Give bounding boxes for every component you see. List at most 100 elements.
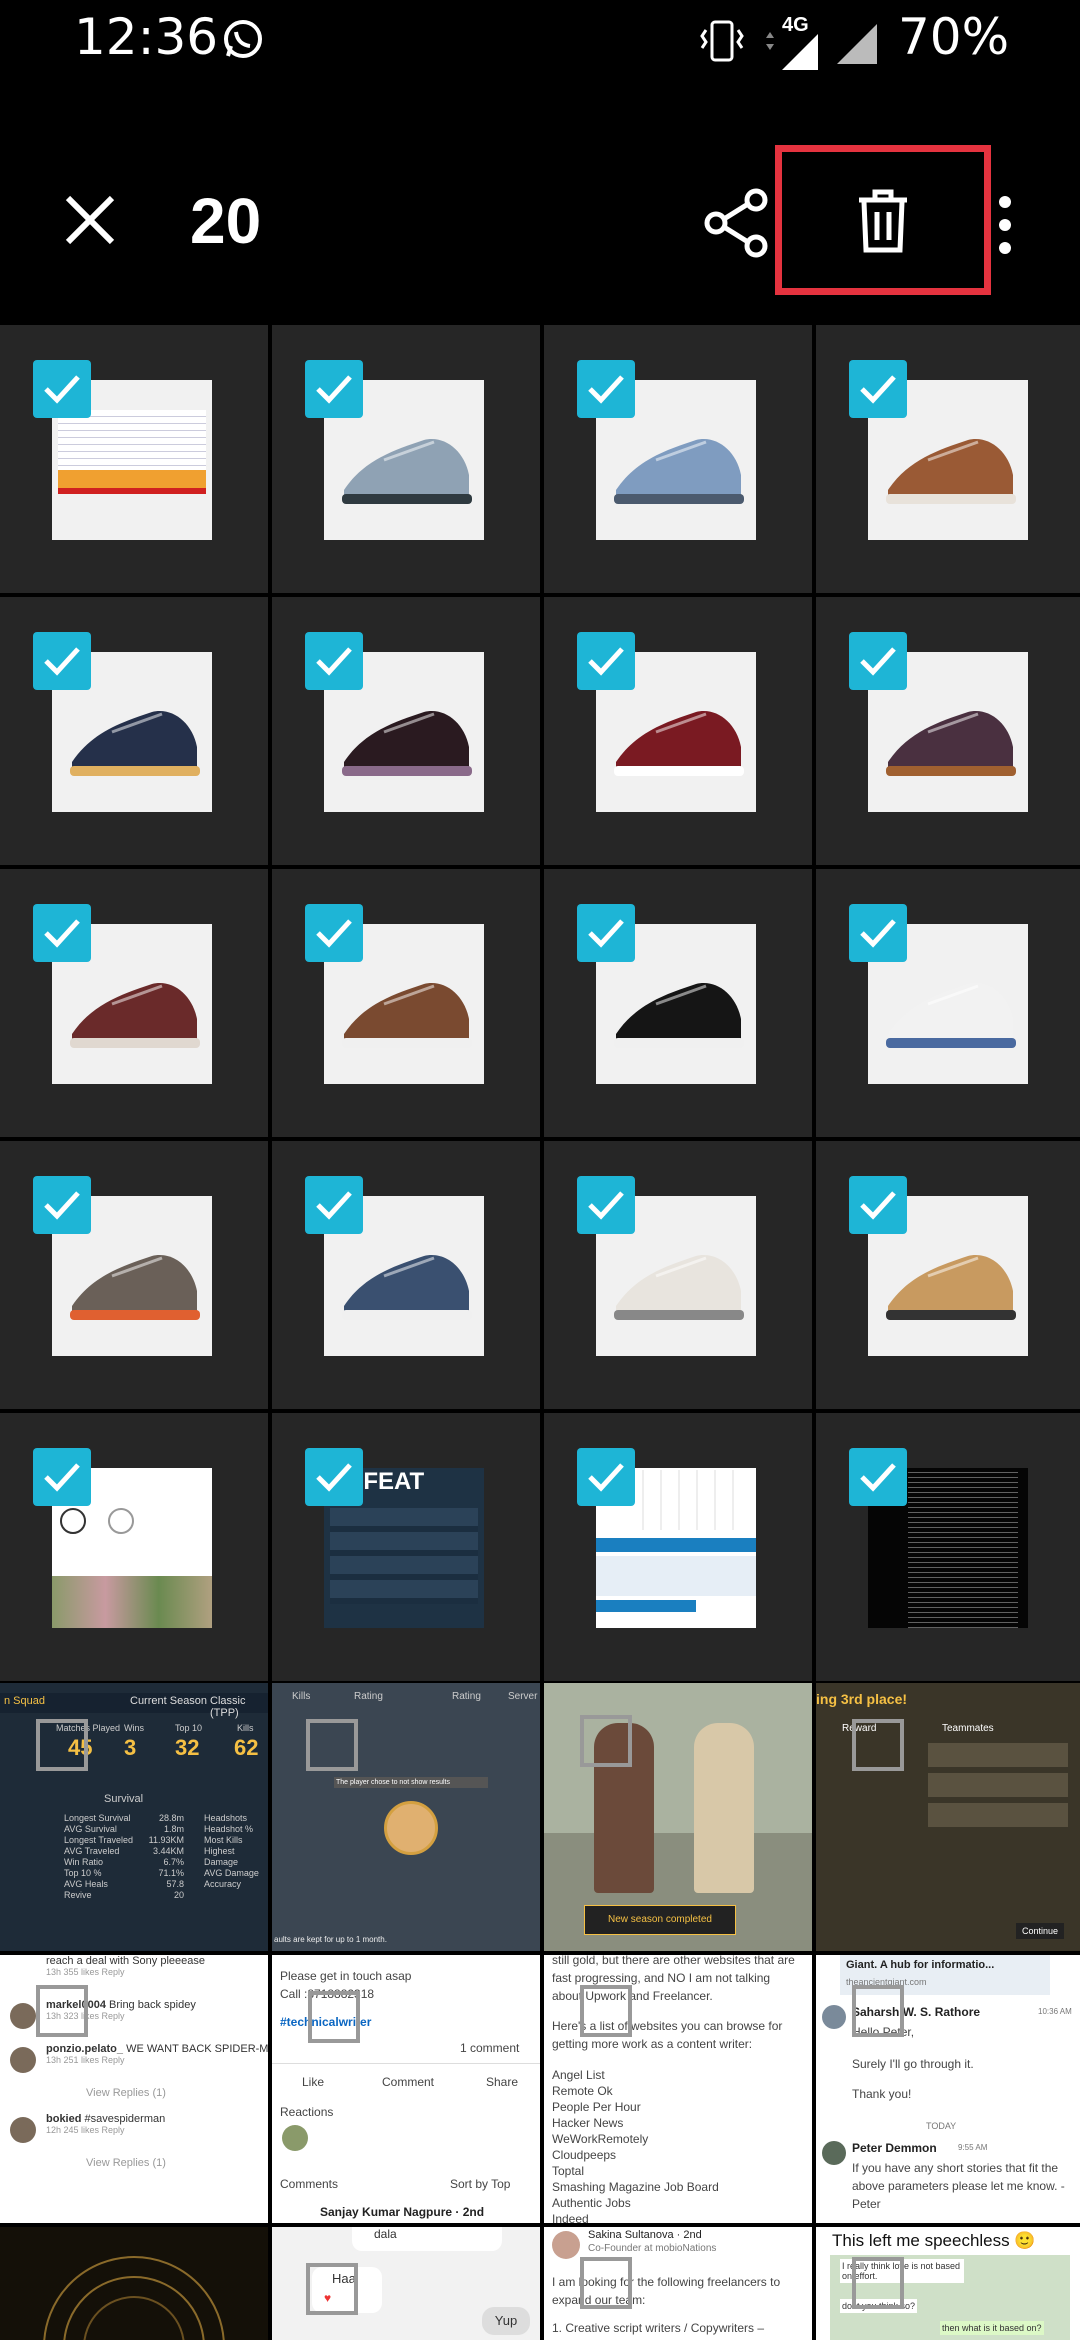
checkmark-icon[interactable] — [577, 632, 635, 690]
photo-tile[interactable]: Giant. A hub for informatio... theancien… — [816, 1955, 1080, 2223]
photo-tile-selected[interactable] — [0, 325, 268, 593]
more-vert-icon[interactable] — [990, 192, 1020, 258]
website-list: Angel List Remote Ok People Per Hour Hacker… — [552, 2067, 802, 2223]
stat-row: Longest Survival 28.8m — [64, 1813, 184, 1824]
continue-button[interactable]: Continue — [1016, 1923, 1065, 1939]
checkmark-icon[interactable] — [33, 360, 91, 418]
stat-label: AVG Damage — [204, 1868, 259, 1878]
photo-tile-selected[interactable] — [272, 597, 540, 865]
checkmark-icon[interactable] — [849, 904, 907, 962]
season-label: Current Season — [130, 1695, 208, 1707]
photo-tile-selected[interactable] — [0, 597, 268, 865]
stat-label: Win Ratio — [64, 1857, 104, 1867]
comment-button[interactable]: Comment — [382, 2073, 434, 2091]
select-square[interactable] — [580, 1985, 632, 2037]
checkmark-icon[interactable] — [849, 632, 907, 690]
select-square[interactable] — [36, 1719, 88, 1771]
photo-tile-selected[interactable] — [816, 869, 1080, 1137]
checkmark-icon[interactable] — [305, 360, 363, 418]
comment-item: reach a deal with Sony pleeease 13h 355 l… — [6, 1955, 268, 1977]
stat-row: Win Ratio 6.7% — [64, 1857, 184, 1868]
comment-avatar — [10, 2003, 36, 2029]
share-button[interactable]: Share — [486, 2073, 518, 2091]
share-icon[interactable] — [702, 188, 772, 258]
select-square[interactable] — [852, 2257, 904, 2309]
photo-tile-selected[interactable] — [816, 325, 1080, 593]
photo-tile[interactable]: Sakina Sultanova · 2nd Co-Founder at mob… — [544, 2227, 812, 2340]
photo-tile-selected[interactable] — [272, 325, 540, 593]
checkmark-icon[interactable] — [849, 1176, 907, 1234]
photo-tile[interactable]: n Squad Current Season Classic (TPP) Mat… — [0, 1683, 268, 1951]
photo-tile-selected[interactable] — [272, 1141, 540, 1409]
sort-control[interactable]: Sort by Top — [450, 2175, 510, 2193]
terminal-text — [908, 1468, 1018, 1628]
stat-value: 71.1% — [158, 1868, 184, 1878]
select-square[interactable] — [308, 1991, 360, 2043]
comment-avatar — [10, 2047, 36, 2073]
select-square[interactable] — [580, 1715, 632, 1767]
checkmark-icon[interactable] — [577, 1448, 635, 1506]
photo-tile-selected[interactable] — [544, 869, 812, 1137]
select-square[interactable] — [306, 1719, 358, 1771]
close-icon[interactable] — [60, 190, 120, 250]
checkmark-icon[interactable] — [577, 904, 635, 962]
checkmark-icon[interactable] — [33, 1176, 91, 1234]
photo-tile-selected[interactable] — [816, 1141, 1080, 1409]
status-bar: 12:36 4G 70% — [0, 0, 1080, 80]
stat-row: Revive 20 — [64, 1890, 184, 1901]
survival-label: Survival — [104, 1793, 144, 1805]
checkmark-icon[interactable] — [849, 360, 907, 418]
photo-tile-selected[interactable] — [544, 1413, 812, 1681]
photo-tile[interactable]: dala Haa ♥ Yup — [272, 2227, 540, 2340]
photo-tile-selected[interactable] — [0, 1141, 268, 1409]
photo-tile-selected[interactable] — [544, 1141, 812, 1409]
status-time: 12:36 — [74, 8, 219, 66]
photo-tile[interactable]: reach a deal with Sony pleeease 13h 355 l… — [0, 1955, 268, 2223]
photo-tile[interactable] — [0, 2227, 268, 2340]
checkmark-icon[interactable] — [33, 904, 91, 962]
photo-tile-selected[interactable] — [0, 1413, 268, 1681]
select-square[interactable] — [852, 1719, 904, 1771]
checkmark-icon[interactable] — [305, 1448, 363, 1506]
chat-bubble-yup: Yup — [482, 2307, 530, 2335]
photo-tile[interactable]: Please get in touch asap Call :871888231… — [272, 1955, 540, 2223]
checkmark-icon[interactable] — [849, 1448, 907, 1506]
photo-tile[interactable]: Kills Rating Rating Server The player ch… — [272, 1683, 540, 1951]
teammates-label: Teammates — [942, 1723, 994, 1734]
select-square[interactable] — [580, 2257, 632, 2309]
select-square[interactable] — [852, 1985, 904, 2037]
photo-tile-selected[interactable] — [0, 869, 268, 1137]
photo-tile[interactable]: New season completed — [544, 1683, 812, 1951]
results-footer: aults are kept for up to 1 month. — [274, 1935, 387, 1944]
stat-value: 3.44KM — [152, 1846, 184, 1856]
stat-label: AVG Traveled — [64, 1846, 120, 1856]
stat-label: Most Kills — [204, 1835, 243, 1845]
kills-col-label: Kills — [292, 1691, 311, 1702]
photo-tile-selected[interactable] — [544, 325, 812, 593]
photo-tile-selected[interactable] — [816, 1413, 1080, 1681]
select-square[interactable] — [306, 2263, 358, 2315]
stat-row: Longest Traveled 11.93KM — [64, 1835, 184, 1846]
checkmark-icon[interactable] — [305, 632, 363, 690]
stat-label: Highest Damage — [204, 1846, 239, 1867]
whatsapp-icon — [224, 20, 262, 58]
checkmark-icon[interactable] — [577, 360, 635, 418]
photo-tile[interactable]: ing 3rd place! Reward Teammates Continue — [816, 1683, 1080, 1951]
like-button[interactable]: Like — [302, 2073, 324, 2091]
teammate-list — [928, 1743, 1068, 1863]
checkmark-icon[interactable] — [305, 1176, 363, 1234]
photo-tile-selected[interactable] — [544, 597, 812, 865]
select-square[interactable] — [36, 1985, 88, 2037]
photo-tile-selected[interactable] — [816, 597, 1080, 865]
checkmark-icon[interactable] — [33, 632, 91, 690]
photo-tile[interactable]: still gold, but there are other websites… — [544, 1955, 812, 2223]
checkmark-icon[interactable] — [577, 1176, 635, 1234]
survival-stats: Longest Survival 28.8m AVG Survival 1.8m Lon… — [64, 1813, 184, 1901]
photo-tile-selected[interactable] — [272, 869, 540, 1137]
checkmark-icon[interactable] — [305, 904, 363, 962]
photo-tile-selected[interactable]: DEFEAT — [272, 1413, 540, 1681]
selected-count: 20 — [190, 185, 262, 257]
website-item: WeWorkRemotely — [552, 2132, 649, 2146]
checkmark-icon[interactable] — [33, 1448, 91, 1506]
photo-tile[interactable]: This left me speechless 🙂 I really think… — [816, 2227, 1080, 2340]
